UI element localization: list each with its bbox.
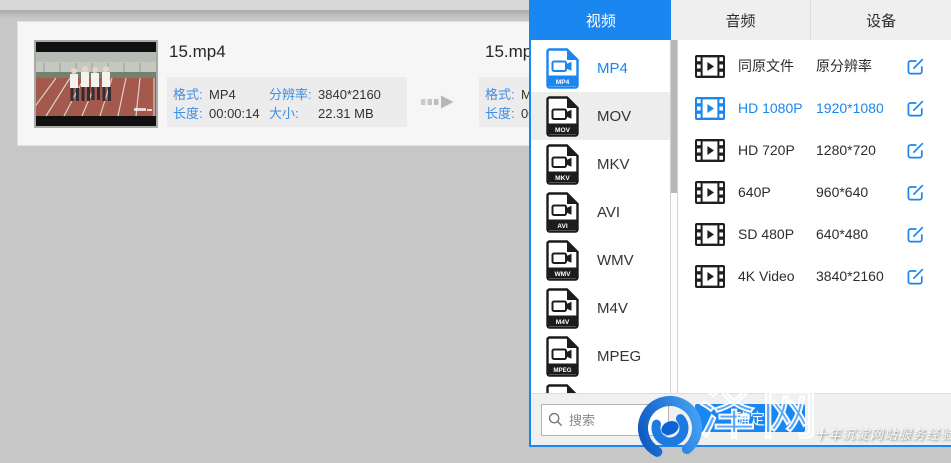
video-thumbnail[interactable] <box>34 40 158 128</box>
format-item-label: MKV <box>597 156 630 173</box>
target-duration-label: 长度: <box>485 104 521 123</box>
edit-icon[interactable] <box>906 141 925 160</box>
format-item-mp4[interactable]: MP4 MP4 <box>531 44 670 92</box>
svg-text:AVI: AVI <box>557 222 568 229</box>
mp4-file-icon: MP4 <box>546 48 579 89</box>
source-size-value: 22.31 MB <box>318 104 374 123</box>
edit-icon[interactable] <box>906 57 925 76</box>
svg-text:WMV: WMV <box>554 270 571 277</box>
quality-row-original[interactable]: 同原文件 原分辨率 <box>678 45 951 87</box>
quality-name: HD 720P <box>738 142 816 158</box>
quality-row-480p[interactable]: SD 480P 640*480 <box>678 213 951 255</box>
quality-resolution: 3840*2160 <box>816 268 906 284</box>
avi-file-icon: AVI <box>546 192 579 233</box>
svg-text:MPEG: MPEG <box>553 366 571 373</box>
film-icon <box>695 181 725 204</box>
format-item-label: MP4 <box>597 60 628 77</box>
edit-icon[interactable] <box>906 99 925 118</box>
quality-name: SD 480P <box>738 226 816 242</box>
popup-footer: 确定 <box>531 393 951 445</box>
wmv-file-icon: WMV <box>546 240 579 281</box>
film-icon <box>695 55 725 78</box>
source-size-label: 大小: <box>269 104 318 123</box>
format-item-label: MOV <box>597 108 631 125</box>
edit-icon[interactable] <box>906 225 925 244</box>
source-resolution-value: 3840*2160 <box>318 85 381 104</box>
source-format-value: MP4 <box>209 85 269 104</box>
mkv-file-icon: MKV <box>546 144 579 185</box>
format-list-scrollbar[interactable] <box>670 40 678 393</box>
svg-text:MP4: MP4 <box>556 78 570 85</box>
format-item-mkv[interactable]: MKV MKV <box>531 140 670 188</box>
film-icon <box>695 223 725 246</box>
quality-row-1080p[interactable]: HD 1080P 1920*1080 <box>678 87 951 129</box>
quality-row-720p[interactable]: HD 720P 1280*720 <box>678 129 951 171</box>
quality-row-640p[interactable]: 640P 960*640 <box>678 171 951 213</box>
target-format-label: 格式: <box>485 85 521 104</box>
format-item-label: MPEG <box>597 348 641 365</box>
quality-resolution: 1280*720 <box>816 142 906 158</box>
format-item-partial[interactable] <box>531 380 670 393</box>
scrollbar-thumb[interactable] <box>671 40 677 193</box>
source-file-title: 15.mp4 <box>169 42 226 62</box>
output-format-popup: 视频 音频 设备 MP4 MP4 MOV MOV MKV MKV AVI AVI… <box>529 0 951 447</box>
convert-arrow-icon <box>421 92 455 117</box>
thumbnail-image <box>36 42 156 126</box>
format-item-m4v[interactable]: M4V M4V <box>531 284 670 332</box>
confirm-button[interactable]: 确定 <box>695 404 805 432</box>
format-item-label: AVI <box>597 204 620 221</box>
format-list: MP4 MP4 MOV MOV MKV MKV AVI AVI WMV WMV … <box>531 40 670 393</box>
quality-resolution: 原分辨率 <box>816 56 906 76</box>
format-item-avi[interactable]: AVI AVI <box>531 188 670 236</box>
partial-file-icon <box>546 384 579 394</box>
film-icon <box>695 139 725 162</box>
quality-name: 4K Video <box>738 268 816 284</box>
format-item-mov[interactable]: MOV MOV <box>531 92 670 140</box>
quality-list: 同原文件 原分辨率 HD 1080P 1920*1080 HD 720P 128… <box>678 40 951 393</box>
tab-device[interactable]: 设备 <box>810 0 951 40</box>
edit-icon[interactable] <box>906 183 925 202</box>
quality-name: 640P <box>738 184 816 200</box>
source-duration-label: 长度: <box>173 104 209 123</box>
svg-text:M4V: M4V <box>556 318 570 325</box>
quality-resolution: 1920*1080 <box>816 100 906 116</box>
quality-row-4k[interactable]: 4K Video 3840*2160 <box>678 255 951 297</box>
source-format-label: 格式: <box>173 85 209 104</box>
format-item-wmv[interactable]: WMV WMV <box>531 236 670 284</box>
tab-video[interactable]: 视频 <box>531 0 671 40</box>
m4v-file-icon: M4V <box>546 288 579 329</box>
mov-file-icon: MOV <box>546 96 579 137</box>
tab-audio[interactable]: 音频 <box>671 0 811 40</box>
film-icon <box>695 97 725 120</box>
edit-icon[interactable] <box>906 267 925 286</box>
format-item-label: M4V <box>597 300 628 317</box>
quality-resolution: 640*480 <box>816 226 906 242</box>
format-tab-bar: 视频 音频 设备 <box>531 0 951 40</box>
quality-name: 同原文件 <box>738 56 816 76</box>
quality-resolution: 960*640 <box>816 184 906 200</box>
source-resolution-label: 分辨率: <box>269 85 318 104</box>
format-item-label: WMV <box>597 252 634 269</box>
source-info-box: 格式: MP4 分辨率: 3840*2160 长度: 00:00:14 大小: … <box>167 77 407 127</box>
format-item-mpeg[interactable]: MPEG MPEG <box>531 332 670 380</box>
search-input[interactable] <box>541 404 669 436</box>
source-duration-value: 00:00:14 <box>209 104 269 123</box>
film-icon <box>695 265 725 288</box>
svg-text:MOV: MOV <box>555 126 571 133</box>
svg-text:MKV: MKV <box>555 174 570 181</box>
mpeg-file-icon: MPEG <box>546 336 579 377</box>
quality-name: HD 1080P <box>738 100 816 116</box>
